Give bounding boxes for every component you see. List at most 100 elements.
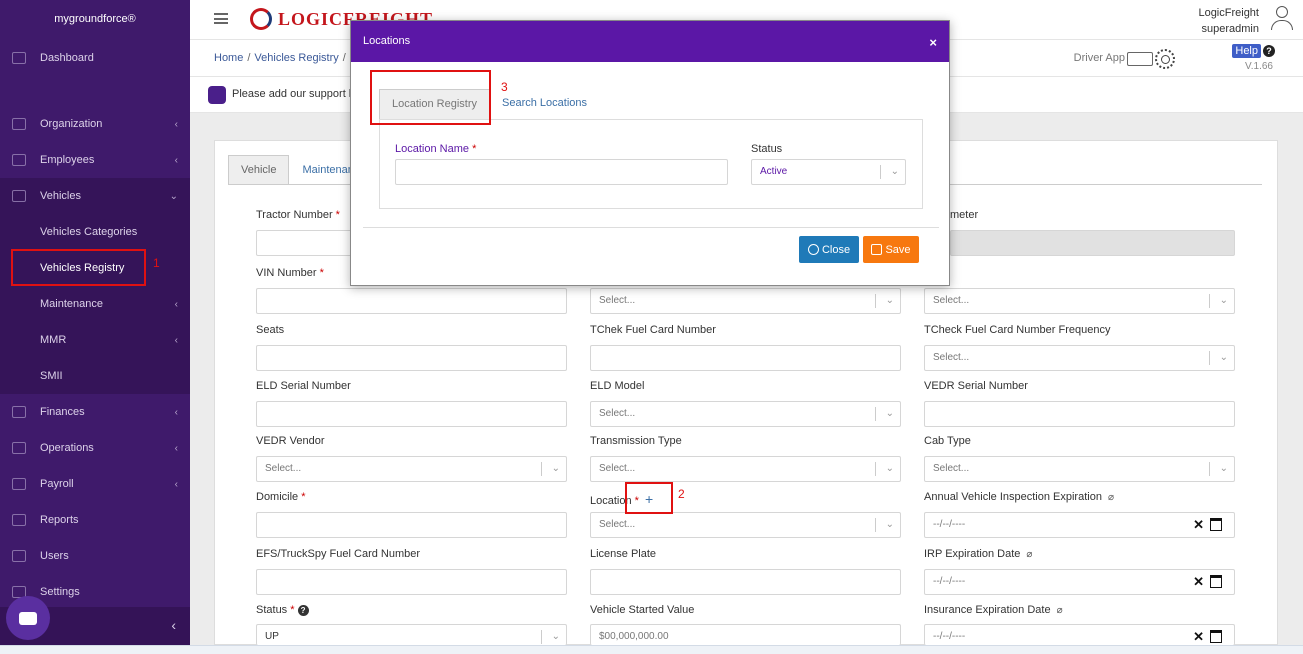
- sidebar-item-finances[interactable]: Finances ‹: [0, 394, 190, 430]
- chart-icon: [12, 514, 26, 526]
- vedr-serial-input[interactable]: [924, 401, 1235, 427]
- sidebar-item-users[interactable]: Users: [0, 538, 190, 574]
- dashboard-icon: [12, 52, 26, 64]
- truck-icon[interactable]: [1127, 52, 1153, 66]
- sidebar-item-label: MMR: [40, 334, 67, 346]
- question-icon[interactable]: ?: [297, 605, 309, 616]
- select-col2-row2[interactable]: Select... ⌄: [590, 288, 901, 314]
- sidebar-item-payroll[interactable]: Payroll ‹: [0, 466, 190, 502]
- sidebar-item-dashboard[interactable]: Dashboard: [0, 40, 190, 76]
- sidebar-item-organization[interactable]: Organization ‹: [0, 106, 190, 142]
- chevron-down-icon: ⌄: [874, 457, 894, 481]
- sidebar-item-label: Dashboard: [40, 52, 94, 64]
- sidebar-item-label: Users: [40, 550, 69, 562]
- bottom-strip: [0, 645, 1303, 654]
- sidebar-item-vehicles[interactable]: Vehicles ⌄: [0, 178, 190, 214]
- calendar-icon[interactable]: [1210, 518, 1222, 531]
- vehicle-started-value-input[interactable]: $00,000,000.00: [590, 624, 901, 645]
- sidebar-item-smii[interactable]: SMII: [0, 358, 190, 394]
- eld-serial-input[interactable]: [256, 401, 567, 427]
- clear-icon[interactable]: ✕: [1193, 513, 1204, 537]
- chat-button[interactable]: [6, 596, 50, 640]
- tchek-fuel-card-input[interactable]: [590, 345, 901, 371]
- transmission-type-select[interactable]: Select... ⌄: [590, 456, 901, 482]
- cab-type-select[interactable]: Select... ⌄: [924, 456, 1235, 482]
- clear-icon[interactable]: ✕: [1193, 570, 1204, 594]
- breadcrumb-vehicles-registry[interactable]: Vehicles Registry: [254, 52, 338, 64]
- money-icon: [12, 406, 26, 418]
- calendar-icon: [12, 442, 26, 454]
- breadcrumb: Home / Vehicles Registry /: [214, 52, 346, 64]
- irp-expiration-label: IRP Expiration Date ⌀: [924, 548, 1033, 560]
- paperclip-icon[interactable]: ⌀: [1057, 605, 1063, 616]
- sidebar-item-mmr[interactable]: MMR ‹: [0, 322, 190, 358]
- locations-modal: Locations × Location Registry Search Loc…: [350, 20, 950, 286]
- eld-model-label: ELD Model: [590, 380, 645, 392]
- building-icon: [12, 118, 26, 130]
- close-icon[interactable]: ×: [929, 35, 937, 50]
- chevron-down-icon: ⌄: [540, 457, 560, 481]
- copy-icon: [12, 478, 26, 490]
- chevron-down-icon: ⌄: [1208, 346, 1228, 370]
- sidebar-item-employees[interactable]: Employees ‹: [0, 142, 190, 178]
- chevron-left-icon: ‹: [174, 406, 178, 418]
- tractor-number-input[interactable]: [256, 230, 352, 256]
- license-plate-label: License Plate: [590, 548, 657, 560]
- annual-inspection-date[interactable]: --/--/---- ✕: [924, 512, 1235, 538]
- question-icon[interactable]: ?: [1263, 45, 1275, 57]
- status-label: Status *?: [256, 604, 309, 616]
- location-select[interactable]: Select... ⌄: [590, 512, 901, 538]
- sidebar-item-operations[interactable]: Operations ‹: [0, 430, 190, 466]
- eld-model-select[interactable]: Select... ⌄: [590, 401, 901, 427]
- ban-icon: [807, 244, 819, 255]
- license-plate-input[interactable]: [590, 569, 901, 595]
- user-role: superadmin: [1201, 23, 1259, 35]
- transmission-type-label: Transmission Type: [590, 435, 682, 447]
- paperclip-icon[interactable]: ⌀: [1026, 549, 1032, 560]
- menu-icon[interactable]: [214, 13, 228, 24]
- irp-expiration-date[interactable]: --/--/---- ✕: [924, 569, 1235, 595]
- vin-number-input[interactable]: [256, 288, 567, 314]
- chevron-left-icon[interactable]: ‹: [171, 617, 176, 633]
- sidebar-item-vehicles-categories[interactable]: Vehicles Categories: [0, 214, 190, 250]
- domicile-input[interactable]: [256, 512, 567, 538]
- vin-number-label: VIN Number *: [256, 267, 324, 279]
- status-select[interactable]: Active ⌄: [751, 159, 906, 185]
- sidebar-item-maintenance[interactable]: Maintenance ‹: [0, 286, 190, 322]
- help-button[interactable]: Help: [1232, 44, 1261, 58]
- calendar-icon[interactable]: [1210, 630, 1222, 643]
- annotation-number-2: 2: [678, 487, 685, 501]
- tab-vehicle[interactable]: Vehicle: [228, 155, 290, 185]
- close-button[interactable]: Close: [799, 236, 859, 263]
- tcheck-fuel-freq-select[interactable]: Select... ⌄: [924, 345, 1235, 371]
- insurance-expiration-date[interactable]: --/--/---- ✕: [924, 624, 1235, 645]
- efs-fuel-card-input[interactable]: [256, 569, 567, 595]
- select-col3-row2[interactable]: Select... ⌄: [924, 288, 1235, 314]
- user-info[interactable]: LogicFreight superadmin: [1198, 5, 1259, 37]
- annotation-box-2: [625, 482, 673, 514]
- paperclip-icon[interactable]: ⌀: [1108, 492, 1114, 503]
- settings-gear-icon[interactable]: [1155, 49, 1175, 69]
- users-icon: [12, 550, 26, 562]
- tchek-fuel-card-label: TChek Fuel Card Number: [590, 324, 716, 336]
- odometer-input[interactable]: [950, 230, 1235, 256]
- status-label: Status: [751, 143, 783, 155]
- driver-app-link[interactable]: Driver App: [1074, 52, 1125, 64]
- location-form-panel: Location Name * Status Active ⌄: [379, 119, 923, 209]
- phone-icon: [208, 86, 226, 104]
- chevron-down-icon: ⌄: [874, 513, 894, 537]
- status-select[interactable]: UP ⌄: [256, 624, 567, 645]
- save-icon: [871, 244, 883, 255]
- seats-input[interactable]: [256, 345, 567, 371]
- location-name-input[interactable]: [395, 159, 728, 185]
- vedr-vendor-select[interactable]: Select... ⌄: [256, 456, 567, 482]
- user-icon[interactable]: [1271, 6, 1293, 32]
- breadcrumb-home[interactable]: Home: [214, 52, 243, 64]
- location-name-label: Location Name *: [395, 143, 477, 155]
- save-button[interactable]: Save: [863, 236, 919, 263]
- chevron-left-icon: ‹: [174, 118, 178, 130]
- sidebar-item-label: Vehicles Categories: [40, 226, 138, 238]
- sidebar-item-reports[interactable]: Reports: [0, 502, 190, 538]
- annotation-box-3: [370, 70, 491, 125]
- calendar-icon[interactable]: [1210, 575, 1222, 588]
